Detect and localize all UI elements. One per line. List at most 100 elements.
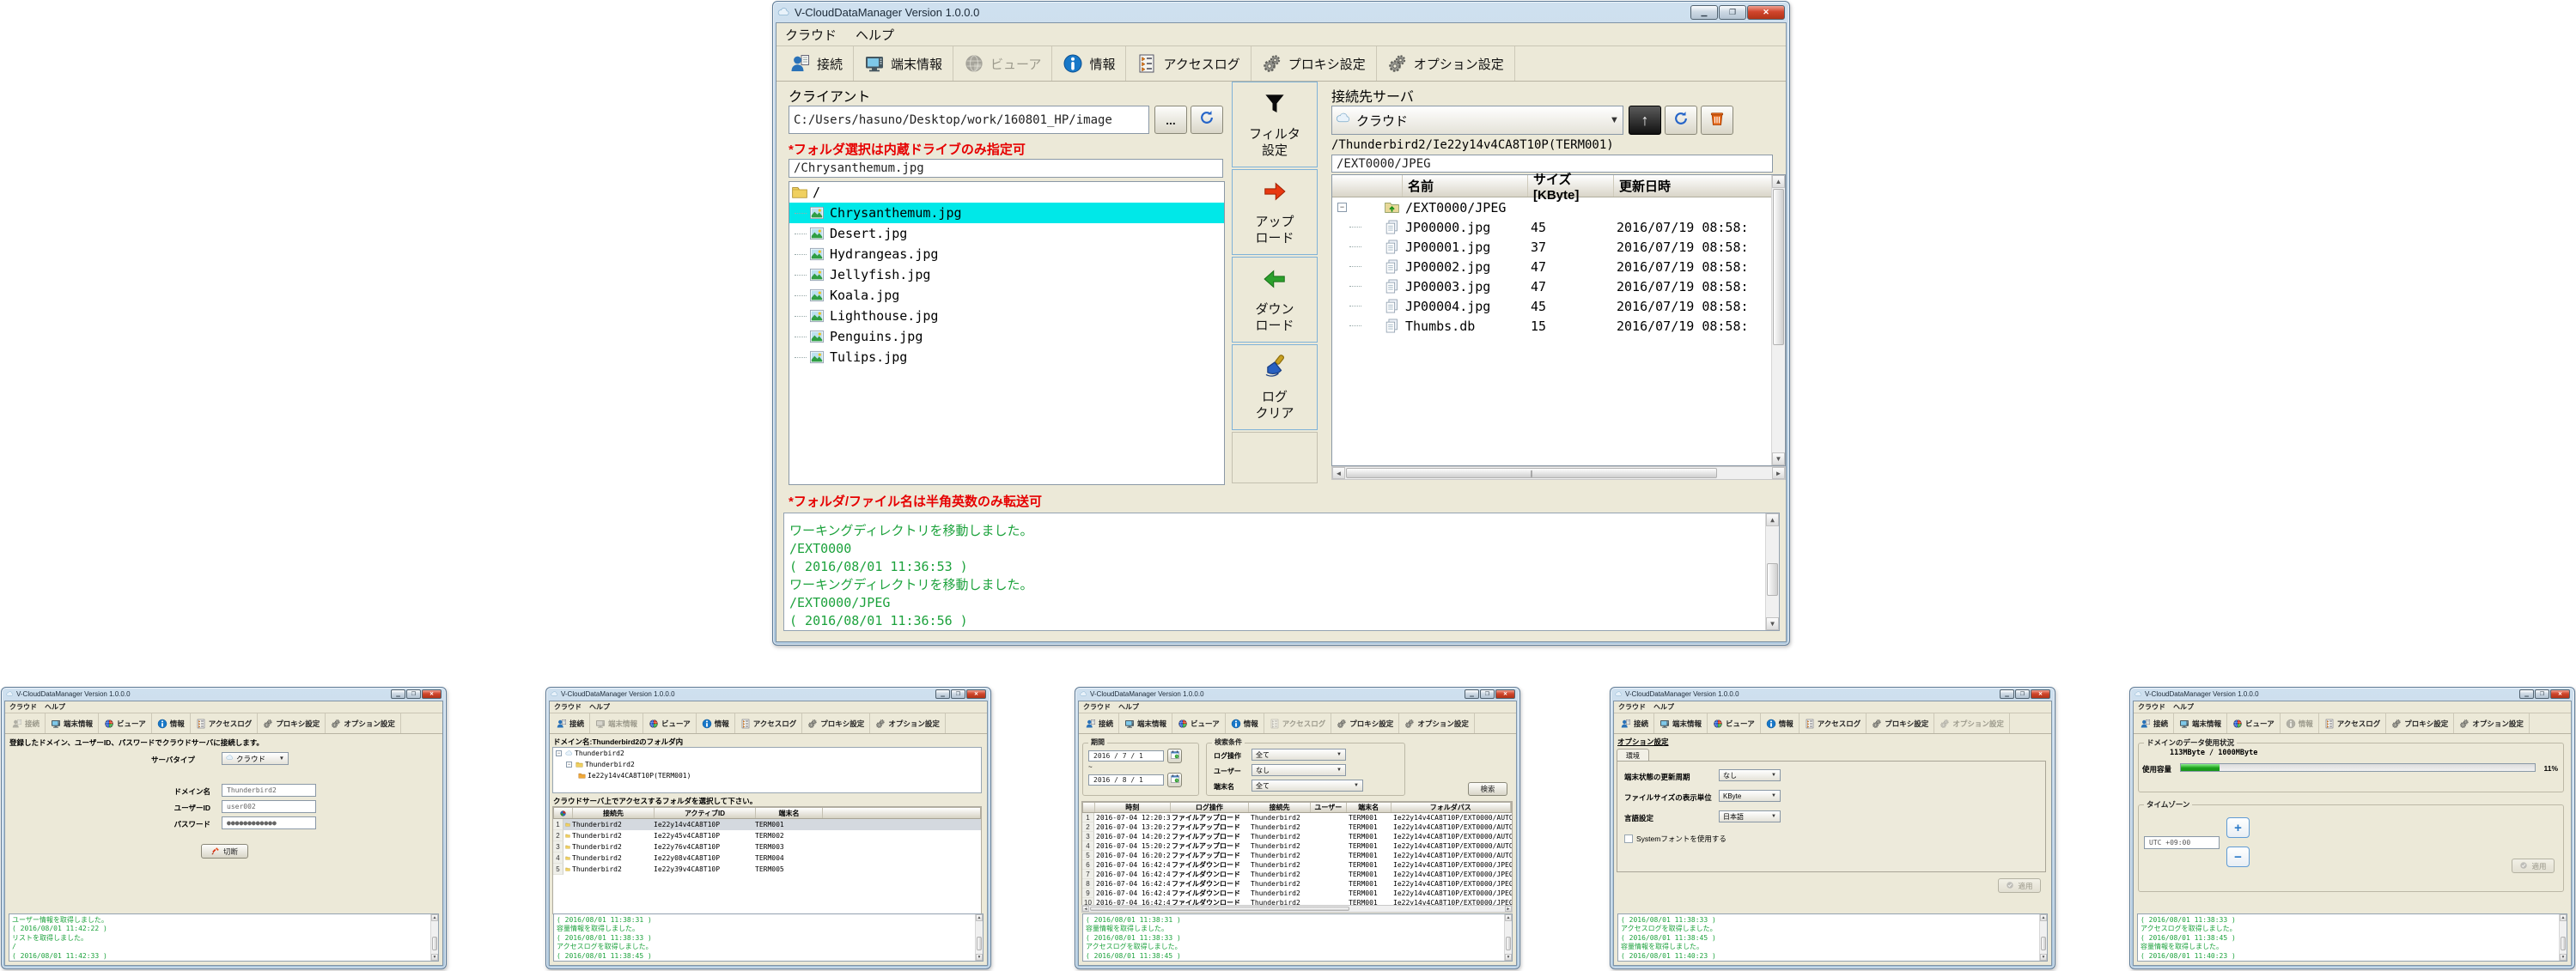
scroll-down-icon[interactable]: ▼ bbox=[976, 954, 983, 961]
toolbar-button-proxy[interactable]: プロキシ設定 bbox=[2386, 713, 2454, 733]
toolbar-button-connect[interactable]: 接続 bbox=[780, 46, 854, 81]
title-bar[interactable]: V-CloudDataManager Version 1.0.0.0 ▁❐✕ bbox=[1613, 688, 2052, 701]
access-log-table[interactable]: 時刻ログ操作接続先ユーザー端末名フォルダパス 12016-07-04 12:20… bbox=[1081, 801, 1513, 907]
server-type-select[interactable]: クラウド ▼ bbox=[222, 752, 289, 765]
column-header[interactable]: ユーザー bbox=[1311, 803, 1347, 812]
restore-button[interactable]: ❐ bbox=[2015, 689, 2030, 699]
restore-button[interactable]: ❐ bbox=[1480, 689, 1495, 699]
collapse-icon[interactable]: − bbox=[566, 762, 572, 768]
toolbar-button-options[interactable]: オプション設定 bbox=[2454, 713, 2530, 733]
column-header[interactable]: 時刻 bbox=[1095, 803, 1171, 812]
toolbar-button-terminal[interactable]: 端末情報 bbox=[1654, 713, 1708, 733]
column-header[interactable]: 接続先 bbox=[573, 808, 655, 818]
title-bar[interactable]: V-CloudDataManager Version 1.0.0.0 ▁❐✕ bbox=[4, 688, 443, 701]
menu-item-cloud[interactable]: クラウド bbox=[2138, 702, 2165, 712]
column-header[interactable] bbox=[1083, 803, 1095, 812]
scroll-down-icon[interactable]: ▼ bbox=[2560, 954, 2567, 961]
column-header[interactable]: 接続先 bbox=[1249, 803, 1311, 812]
server-horizontal-scrollbar[interactable]: ◄ ∥ ► bbox=[1331, 466, 1786, 480]
toolbar-button-accesslog[interactable]: アクセスログ bbox=[735, 713, 803, 733]
toolbar-button-accesslog[interactable]: アクセスログ bbox=[1800, 713, 1867, 733]
scroll-up-icon[interactable]: ▲ bbox=[1772, 175, 1785, 188]
toolbar-button-proxy[interactable]: プロキシ設定 bbox=[1867, 713, 1934, 733]
terminal-table-header[interactable]: 接続先アクティブID端末名 bbox=[553, 807, 981, 819]
toolbar-button-accesslog[interactable]: アクセスログ bbox=[191, 713, 259, 733]
period-to-input[interactable]: 2016 / 8 / 1 bbox=[1088, 774, 1164, 786]
domain-tree[interactable]: −Thunderbird2−Thunderbird2Ie22y14v4CA8T1… bbox=[552, 747, 982, 793]
server-file-row[interactable]: Thumbs.db152016/07/19 08:58: bbox=[1332, 316, 1785, 336]
system-font-checkbox-row[interactable]: Systemフォントを使用する bbox=[1624, 834, 1726, 844]
domain-tree-row[interactable]: Ie22y14v4CA8T10P(TERM001) bbox=[553, 770, 981, 781]
column-header[interactable]: フォルダパス bbox=[1392, 803, 1511, 812]
condition-select[interactable]: なし▼ bbox=[1251, 764, 1346, 776]
toolbar-button-viewer[interactable]: ビューア bbox=[2227, 713, 2281, 733]
access-log-row[interactable]: 52016-07-04 16:20:28ファイルアップロードThunderbir… bbox=[1082, 851, 1512, 860]
toolbar-button-terminal[interactable]: 端末情報 bbox=[2174, 713, 2227, 733]
access-log-row[interactable]: 32016-07-04 14:20:28ファイルアップロードThunderbir… bbox=[1082, 832, 1512, 841]
collapse-icon[interactable]: − bbox=[556, 750, 562, 756]
restore-button[interactable]: ❐ bbox=[2535, 689, 2549, 699]
client-file-row[interactable]: Penguins.jpg bbox=[789, 326, 1224, 347]
selected-file-input[interactable]: /Chrysanthemum.jpg bbox=[789, 159, 1223, 178]
client-file-row[interactable]: Jellyfish.jpg bbox=[789, 264, 1224, 285]
column-header[interactable]: 端末名 bbox=[756, 808, 823, 818]
menu-item-cloud[interactable]: クラウド bbox=[1618, 702, 1646, 712]
scroll-right-icon[interactable]: ► bbox=[1505, 906, 1512, 912]
condition-select[interactable]: 全て▼ bbox=[1251, 780, 1363, 792]
disconnect-button[interactable]: 切断 bbox=[201, 844, 248, 859]
client-refresh-button[interactable] bbox=[1191, 106, 1223, 134]
toolbar-button-viewer[interactable]: ビューア bbox=[1708, 713, 1761, 733]
menu-item-help[interactable]: ヘルプ bbox=[856, 26, 894, 44]
access-log-row[interactable]: 42016-07-04 15:20:28ファイルアップロードThunderbir… bbox=[1082, 841, 1512, 851]
column-header[interactable]: ログ操作 bbox=[1171, 803, 1250, 812]
column-header[interactable]: サイズ[KByte] bbox=[1528, 175, 1614, 197]
terminal-row[interactable]: 3Thunderbird2Ie22y76v4CA8T10PTERM003 bbox=[553, 841, 981, 853]
scroll-left-icon[interactable]: ◄ bbox=[1082, 906, 1089, 912]
terminal-table[interactable]: 接続先アクティブID端末名 1Thunderbird2Ie22y14v4CA8T… bbox=[552, 806, 982, 914]
timezone-minus-button[interactable]: − bbox=[2226, 847, 2250, 867]
download-button[interactable]: ダウンロード bbox=[1232, 257, 1318, 343]
title-bar[interactable]: V-CloudDataManager Version 1.0.0.0 ▁❐✕ bbox=[549, 688, 988, 701]
toolbar-button-info[interactable]: 情報 bbox=[697, 713, 735, 733]
scroll-up-icon[interactable]: ▲ bbox=[1766, 513, 1779, 526]
close-button[interactable]: ✕ bbox=[2031, 689, 2050, 699]
menu-item-cloud[interactable]: クラウド bbox=[785, 26, 837, 44]
access-log-row[interactable]: 62016-07-04 16:42:44ファイルダウンロードThunderbir… bbox=[1082, 860, 1512, 870]
scrollbar-thumb[interactable] bbox=[1773, 189, 1784, 345]
field-input[interactable]: Thunderbird2 bbox=[222, 784, 316, 797]
client-path-input[interactable]: C:/Users/hasuno/Desktop/work/160801_HP/i… bbox=[789, 106, 1149, 134]
column-header[interactable]: 更新日時 bbox=[1614, 175, 1773, 197]
upload-dir-button[interactable]: ↑ bbox=[1629, 106, 1661, 135]
scroll-up-icon[interactable]: ▲ bbox=[431, 914, 438, 921]
logclear-button[interactable]: ログクリア bbox=[1232, 344, 1318, 430]
scroll-down-icon[interactable]: ▼ bbox=[1505, 954, 1512, 961]
terminal-row[interactable]: 1Thunderbird2Ie22y14v4CA8T10PTERM001 bbox=[553, 819, 981, 830]
tab-environment[interactable]: 環境 bbox=[1617, 749, 1649, 762]
minimize-button[interactable]: ▁ bbox=[935, 689, 950, 699]
scroll-up-icon[interactable]: ▲ bbox=[1505, 914, 1512, 921]
access-log-table-header[interactable]: 時刻ログ操作接続先ユーザー端末名フォルダパス bbox=[1082, 802, 1512, 813]
access-log-row[interactable]: 12016-07-04 12:20:31ファイルアップロードThunderbir… bbox=[1082, 813, 1512, 822]
calendar-from-button[interactable] bbox=[1167, 749, 1182, 763]
column-header[interactable] bbox=[1332, 175, 1403, 197]
option-select[interactable]: なし▼ bbox=[1719, 769, 1781, 781]
toolbar-button-connect[interactable]: 接続 bbox=[1616, 713, 1654, 733]
toolbar-button-proxy[interactable]: プロキシ設定 bbox=[802, 713, 870, 733]
toolbar-button-terminal[interactable]: 端末情報 bbox=[46, 713, 99, 733]
close-button[interactable]: ✕ bbox=[1495, 689, 1515, 699]
title-bar[interactable]: V-CloudDataManager Version 1.0.0.0 ▁ ❐ ✕ bbox=[776, 2, 1787, 22]
close-button[interactable]: ✕ bbox=[966, 689, 986, 699]
minimize-button[interactable]: ▁ bbox=[1465, 689, 1479, 699]
domain-tree-row[interactable]: −Thunderbird2 bbox=[553, 759, 981, 770]
server-refresh-button[interactable] bbox=[1665, 106, 1697, 135]
minimize-button[interactable]: ▁ bbox=[391, 689, 405, 699]
server-file-row[interactable]: JP00001.jpg372016/07/19 08:58: bbox=[1332, 237, 1785, 257]
client-file-row[interactable]: Lighthouse.jpg bbox=[789, 306, 1224, 326]
menu-item-cloud[interactable]: クラウド bbox=[9, 702, 37, 712]
option-select[interactable]: 日本語▼ bbox=[1719, 810, 1781, 822]
option-select[interactable]: KByte▼ bbox=[1719, 790, 1781, 802]
toolbar-button-proxy[interactable]: プロキシ設定 bbox=[1251, 46, 1377, 81]
column-header[interactable]: アクティブID bbox=[655, 808, 756, 818]
toolbar-button-proxy[interactable]: プロキシ設定 bbox=[1331, 713, 1399, 733]
log-vertical-scrollbar[interactable]: ▲ ▼ bbox=[1765, 513, 1779, 630]
